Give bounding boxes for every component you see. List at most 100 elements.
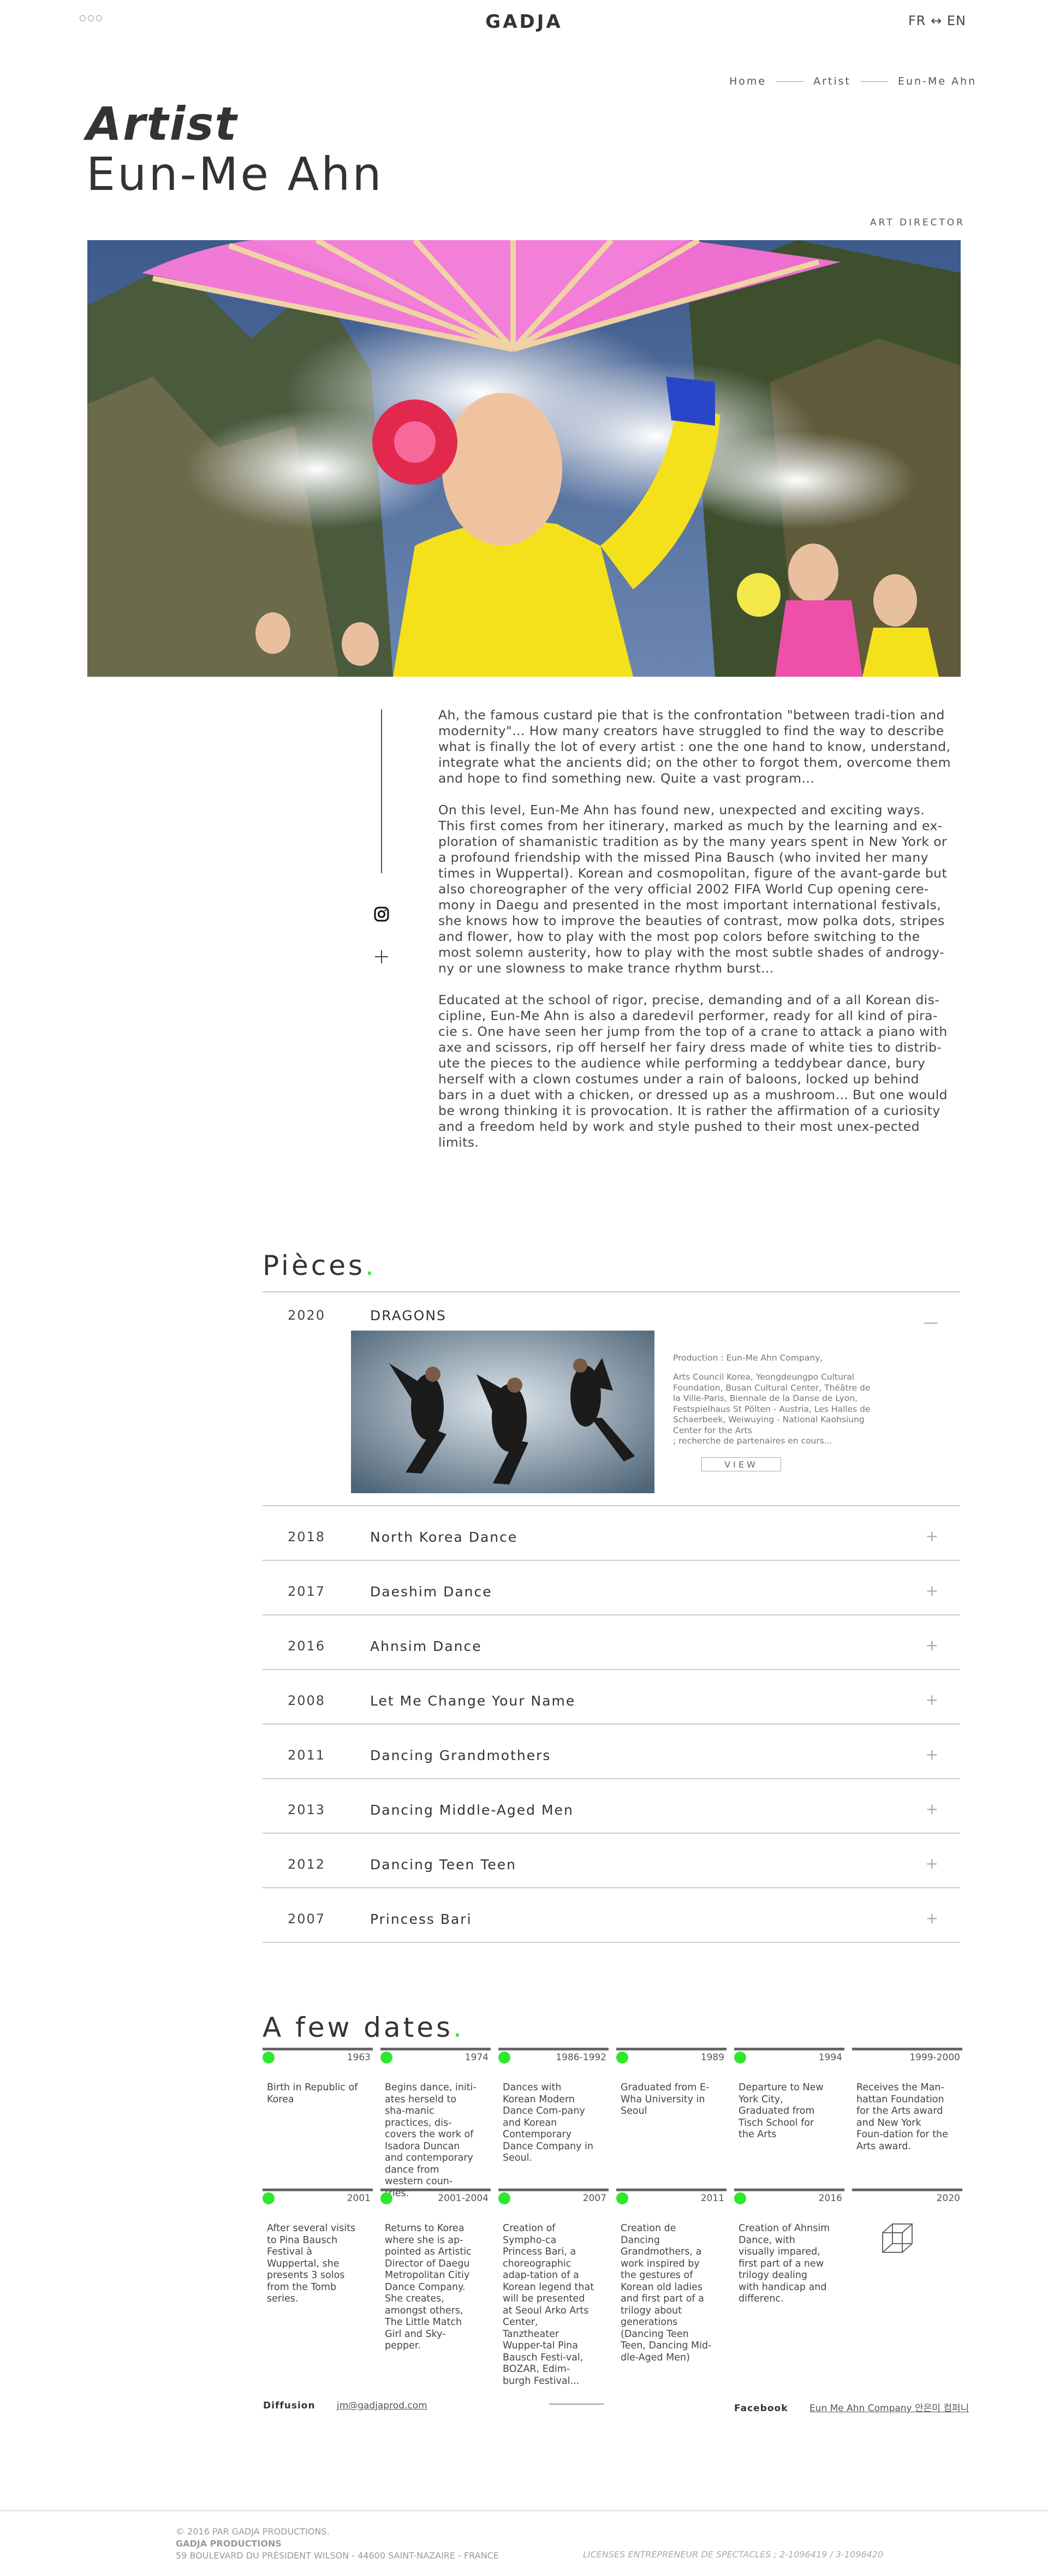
timeline-dot bbox=[498, 2192, 510, 2204]
timeline-item: 1999-2000 Receives the Man-hattan Founda… bbox=[852, 2048, 962, 2152]
expand-icon[interactable]: + bbox=[926, 1691, 938, 1709]
expand-icon[interactable]: + bbox=[926, 1800, 938, 1818]
timeline-text: Departure to New York City, Graduated fr… bbox=[739, 2082, 824, 2140]
site-logo[interactable]: GADJA bbox=[0, 11, 1048, 33]
timeline-item: 2020 bbox=[852, 2189, 962, 2253]
piece-year: 2016 bbox=[288, 1638, 326, 1654]
piece-row[interactable]: 2012 Dancing Teen Teen + bbox=[263, 1833, 960, 1887]
piece-title: Daeshim Dance bbox=[370, 1584, 492, 1600]
piece-row[interactable]: 2011 Dancing Grandmothers + bbox=[263, 1724, 960, 1778]
timeline-text: Dances with Korean Modern Dance Com-pany… bbox=[503, 2082, 594, 2163]
timeline-dot bbox=[734, 2052, 746, 2064]
piece-photo bbox=[351, 1331, 654, 1493]
timeline-item: 2011 Creation de Dancing Grandmothers, a… bbox=[616, 2189, 727, 2363]
breadcrumb-artist[interactable]: Artist bbox=[813, 75, 851, 87]
timeline-year: 2011 bbox=[700, 2193, 724, 2204]
email-link[interactable]: jm@gadjaprod.com bbox=[337, 2400, 427, 2411]
contact-divider bbox=[549, 2404, 604, 2405]
timeline-year: 2016 bbox=[818, 2193, 842, 2204]
dates-heading-text: A few dates bbox=[263, 2012, 454, 2043]
piece-row[interactable]: 2008 Let Me Change Your Name + bbox=[263, 1669, 960, 1724]
piece-title: DRAGONS bbox=[370, 1308, 446, 1323]
facebook-link[interactable]: Eun Me Ahn Company 안은미 컴퍼니 bbox=[809, 2403, 969, 2414]
piece-partners: Arts Council Korea, Yeongdeungpo Cultura… bbox=[673, 1372, 871, 1446]
facebook-label: Facebook bbox=[734, 2403, 788, 2414]
footer bbox=[0, 2509, 1048, 2576]
piece-year: 2008 bbox=[288, 1693, 326, 1708]
timeline-dot bbox=[380, 2192, 392, 2204]
breadcrumb-home[interactable]: Home bbox=[729, 75, 766, 87]
timeline-dot bbox=[616, 2192, 628, 2204]
footer-licenses: LICENSES ENTREPRENEUR DE SPECTACLES ; 2-… bbox=[583, 2549, 884, 2560]
timeline-text: After several visits to Pina Bausch Fest… bbox=[267, 2223, 356, 2304]
breadcrumb-separator bbox=[776, 81, 804, 82]
timeline-dot bbox=[498, 2052, 510, 2064]
dates-heading: A few dates. bbox=[263, 2012, 465, 2043]
timeline-year: 1974 bbox=[465, 2052, 489, 2063]
piece-row[interactable]: 2013 Dancing Middle-Aged Men + bbox=[263, 1778, 960, 1833]
timeline-year: 2020 bbox=[936, 2193, 960, 2204]
timeline-text: Receives the Man-hattan Foundation for t… bbox=[856, 2082, 948, 2152]
timeline-item: 2001 After several visits to Pina Bausch… bbox=[263, 2189, 373, 2304]
expand-icon[interactable]: + bbox=[926, 1745, 938, 1763]
timeline-text: Creation de Dancing Grandmothers, a work… bbox=[621, 2223, 712, 2363]
footer-address: 59 BOULEVARD DU PRÉSIDENT WILSON - 44600… bbox=[176, 2550, 499, 2561]
timeline-dot bbox=[263, 2052, 275, 2064]
hero-image bbox=[87, 240, 961, 677]
piece-title: Princess Bari bbox=[370, 1911, 472, 1927]
piece-row-expanded[interactable]: 2020 DRAGONS — Production: Eun-Me Ahn C… bbox=[263, 1291, 960, 1505]
expand-icon[interactable]: + bbox=[926, 1636, 938, 1654]
view-button[interactable]: VIEW bbox=[701, 1457, 781, 1471]
piece-row[interactable]: 2016 Ahnsim Dance + bbox=[263, 1614, 960, 1669]
timeline-year: 1999-2000 bbox=[909, 2052, 960, 2063]
breadcrumb: Home Artist Eun-Me Ahn bbox=[729, 75, 976, 87]
instagram-icon[interactable] bbox=[373, 906, 390, 922]
piece-year: 2011 bbox=[288, 1748, 326, 1763]
bio-paragraph: Educated at the school of rigor, precise… bbox=[438, 992, 948, 1150]
piece-year: 2020 bbox=[288, 1308, 326, 1323]
piece-title: Let Me Change Your Name bbox=[370, 1693, 576, 1709]
piece-production: Production : Eun-Me Ahn Company, bbox=[673, 1353, 823, 1363]
timeline-year: 1986-1992 bbox=[556, 2052, 606, 2063]
collapse-icon[interactable]: — bbox=[923, 1313, 938, 1331]
piece-year: 2012 bbox=[288, 1857, 326, 1872]
piece-year: 2018 bbox=[288, 1529, 326, 1545]
bio-paragraph: On this level, Eun-Me Ahn has found new,… bbox=[438, 802, 948, 976]
breadcrumb-separator bbox=[861, 81, 888, 82]
timeline-year: 1963 bbox=[347, 2052, 371, 2063]
piece-row[interactable]: 2007 Princess Bari + bbox=[263, 1887, 960, 1943]
timeline-item: 2001-2004 Returns to Korea where she is … bbox=[380, 2189, 491, 2351]
vertical-divider bbox=[381, 709, 382, 873]
piece-row[interactable]: 2018 North Korea Dance + bbox=[263, 1505, 960, 1560]
timeline-text: Graduated from E-Wha University in Seoul bbox=[621, 2082, 710, 2116]
timeline-text: Creation of Ahnsim Dance, with visually … bbox=[739, 2223, 830, 2304]
expand-icon[interactable]: + bbox=[926, 1527, 938, 1545]
timeline-item: 1989 Graduated from E-Wha University in … bbox=[616, 2048, 727, 2116]
piece-title: Ahnsim Dance bbox=[370, 1638, 482, 1654]
heading-dot: . bbox=[365, 1250, 377, 1281]
page-kicker: Artist bbox=[86, 97, 238, 151]
timeline-text: Begins dance, initi-ates herseld to sha-… bbox=[385, 2082, 477, 2199]
timeline-dot bbox=[263, 2192, 275, 2204]
facebook-contact: Facebook Eun Me Ahn Company 안은미 컴퍼니 bbox=[734, 2400, 969, 2414]
timeline-year: 2001 bbox=[347, 2193, 371, 2204]
pieces-list: 2020 DRAGONS — Production: Eun-Me Ahn C… bbox=[263, 1291, 960, 1943]
timeline-item: 1986-1992 Dances with Korean Modern Danc… bbox=[498, 2048, 609, 2163]
timeline-year: 2001-2004 bbox=[438, 2193, 489, 2204]
language-switch[interactable]: FR ↔ EN bbox=[908, 13, 966, 28]
expand-icon[interactable]: + bbox=[926, 1855, 938, 1873]
plus-icon[interactable] bbox=[373, 949, 390, 965]
diffusion-label: Diffusion bbox=[263, 2400, 315, 2411]
timeline-dot bbox=[616, 2052, 628, 2064]
piece-year: 2007 bbox=[288, 1911, 326, 1927]
expand-icon[interactable]: + bbox=[926, 1582, 938, 1600]
timeline-year: 2007 bbox=[582, 2193, 606, 2204]
expand-icon[interactable]: + bbox=[926, 1909, 938, 1927]
footer-copyright: © 2016 PAR GADJA PRODUCTIONS. bbox=[176, 2526, 330, 2537]
timeline-dot bbox=[380, 2052, 392, 2064]
piece-title: North Korea Dance bbox=[370, 1529, 518, 1545]
pieces-heading: Pièces. bbox=[263, 1250, 377, 1281]
piece-row[interactable]: 2017 Daeshim Dance + bbox=[263, 1560, 960, 1614]
timeline-text: Creation of Sympho-ca Princess Bari, a c… bbox=[503, 2223, 594, 2387]
page-title: Eun-Me Ahn bbox=[86, 147, 384, 201]
